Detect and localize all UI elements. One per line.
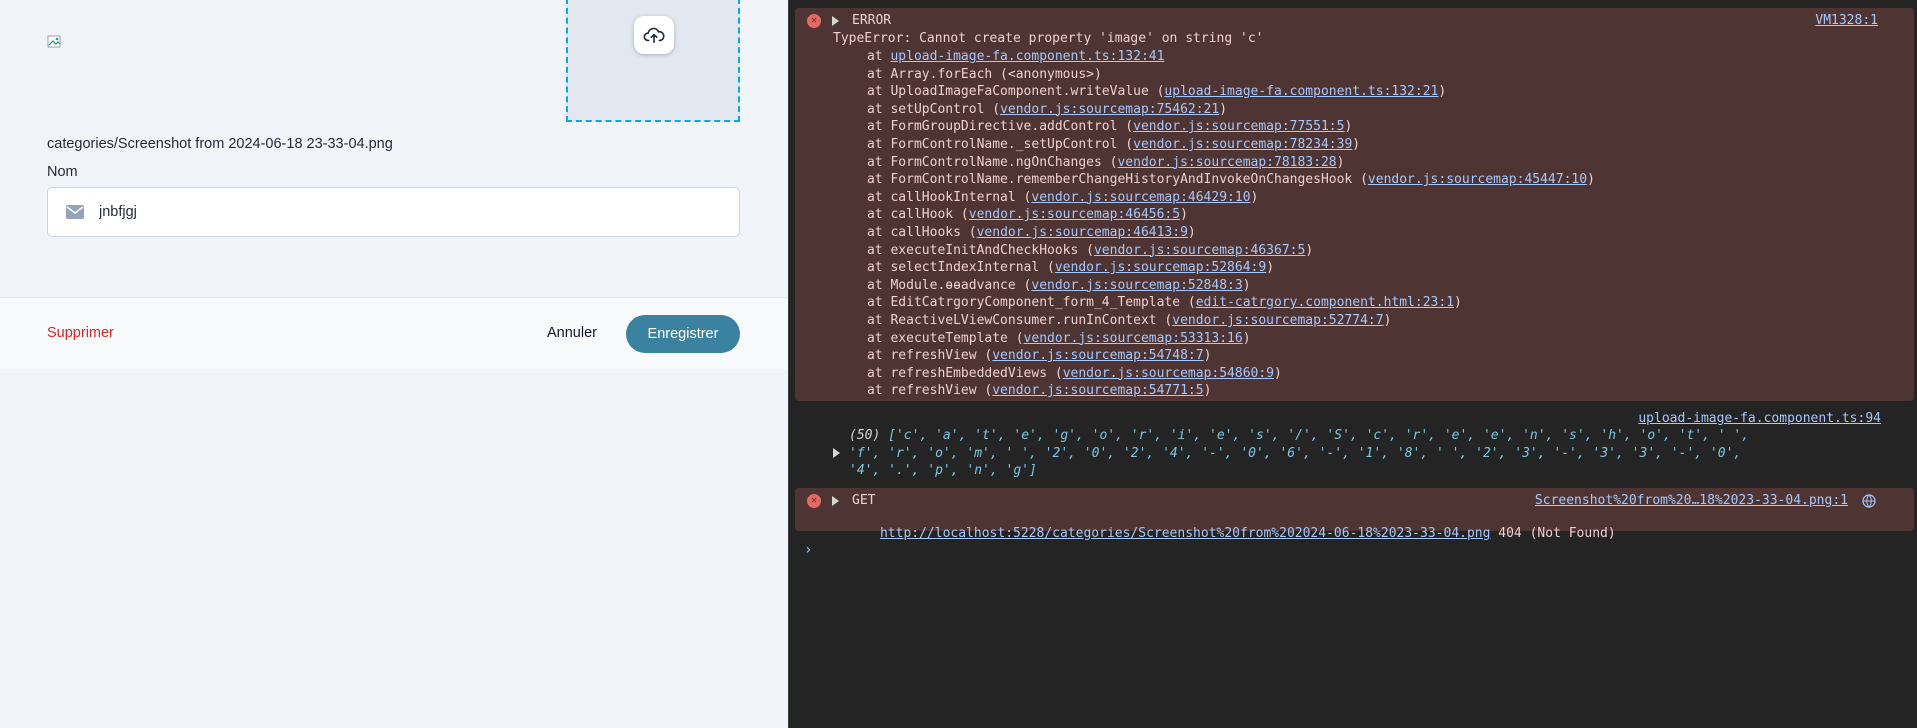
stack-frame-link[interactable]: vendor.js:sourcemap:78234:39 [1133,137,1352,152]
stack-frame-link[interactable]: vendor.js:sourcemap:46413:9 [977,225,1188,240]
stack-frame: at FormGroupDirective.addControl (vendor… [867,119,1353,135]
request-url-link[interactable]: http://localhost:5228/categories/Screens… [880,526,1490,541]
expand-triangle-icon[interactable] [832,496,839,506]
log-source-link[interactable]: upload-image-fa.component.ts:94 [1638,411,1881,426]
error-icon: ✕ [807,14,821,28]
stack-frame-link[interactable]: vendor.js:sourcemap:46456:5 [969,207,1180,222]
stack-frame: at FormControlName.ngOnChanges (vendor.j… [867,154,1345,170]
stack-frame: at callHooks (vendor.js:sourcemap:46413:… [867,225,1196,240]
console-error-message: ✕ ERROR VM1328:1 TypeError: Cannot creat… [795,8,1914,401]
error-level: ERROR [852,13,892,28]
expand-triangle-icon[interactable] [832,16,839,26]
stack-frame: at executeTemplate (vendor.js:sourcemap:… [867,330,1251,346]
error-message: TypeError: Cannot create property 'image… [833,31,1264,46]
stack-frame-link[interactable]: vendor.js:sourcemap:54748:7 [992,348,1203,363]
stack-frame-link[interactable]: vendor.js:sourcemap:52774:7 [1172,313,1383,328]
status-text: 404 (Not Found) [1498,526,1616,541]
stack-frame: at refreshView (vendor.js:sourcemap:5474… [867,348,1212,364]
network-source-link[interactable]: Screenshot%20from%20…18%2023-33-04.png:1 [1535,493,1848,508]
stack-frame: at refreshEmbeddedViews (vendor.js:sourc… [867,365,1282,381]
edit-category-form: categories/Screenshot from 2024-06-18 23… [0,0,788,728]
error-source-link[interactable]: VM1328:1 [1815,13,1878,28]
stack-frame: at setUpControl (vendor.js:sourcemap:754… [867,101,1228,117]
upload-button[interactable] [634,16,674,54]
request-line: http://localhost:5228/categories/Screens… [833,511,1616,556]
stack-frame-link[interactable]: upload-image-fa.component.ts:132:21 [1164,84,1438,99]
stack-frame: at refreshView (vendor.js:sourcemap:5477… [867,383,1212,399]
broken-image-icon [47,35,61,48]
stack-frame-link[interactable]: vendor.js:sourcemap:77551:5 [1133,119,1344,134]
save-button[interactable]: Enregistrer [626,315,740,353]
stack-frame: at callHookInternal (vendor.js:sourcemap… [867,189,1259,205]
stack-frame-link[interactable]: vendor.js:sourcemap:45447:10 [1368,172,1587,187]
stack-frame: at ReactiveLViewConsumer.runInContext (v… [867,313,1392,328]
request-method: GET [852,493,876,508]
stack-frame: at callHook (vendor.js:sourcemap:46456:5… [867,207,1188,223]
console-prompt[interactable]: › [804,542,812,558]
error-icon: ✕ [807,494,821,508]
console-network-error: ✕ GET Screenshot%20from%20…18%2023-33-04… [795,488,1914,541]
stack-frame: at FormControlName.rememberChangeHistory… [867,172,1595,188]
image-dropzone[interactable] [566,0,740,122]
devtools-console: ✕ ERROR VM1328:1 TypeError: Cannot creat… [788,0,1917,728]
name-label: Nom [47,164,78,180]
stack-frame-link[interactable]: vendor.js:sourcemap:52848:3 [1031,278,1242,293]
log-array-line-3: '4', '.', 'p', 'n', 'g'] [849,463,1037,478]
expand-triangle-icon[interactable] [833,448,840,458]
stack-frame-link[interactable]: vendor.js:sourcemap:46367:5 [1094,243,1305,258]
stack-frame-link[interactable]: vendor.js:sourcemap:78183:28 [1117,155,1336,170]
envelope-icon [66,205,84,219]
name-input[interactable] [99,204,679,220]
cloud-upload-icon [643,27,665,44]
form-footer: Supprimer Annuler Enregistrer [0,297,788,369]
stack-frame: at selectIndexInternal (vendor.js:source… [867,260,1275,276]
log-array-line-1: (50) ['c', 'a', 't', 'e', 'g', 'o', 'r',… [849,428,1750,443]
stack-frame: at Module.ɵɵadvance (vendor.js:sourcemap… [867,277,1251,293]
cancel-button[interactable]: Annuler [547,325,597,341]
stack-frame: at upload-image-fa.component.ts:132:41 [867,49,1165,64]
stack-frame: at executeInitAndCheckHooks (vendor.js:s… [867,242,1314,258]
stack-frame-link[interactable]: vendor.js:sourcemap:52864:9 [1055,260,1266,275]
stack-frame: at FormControlName._setUpControl (vendor… [867,137,1361,152]
globe-icon [1862,494,1876,508]
stack-frame-link[interactable]: vendor.js:sourcemap:54771:5 [992,383,1203,398]
stack-frame-link[interactable]: edit-catrgory.component.html:23:1 [1196,295,1454,310]
stack-frame: at EditCatrgoryComponent_form_4_Template… [867,295,1462,311]
delete-button[interactable]: Supprimer [47,325,114,341]
stack-frame-link[interactable]: vendor.js:sourcemap:75462:21 [1000,102,1219,117]
image-file-path: categories/Screenshot from 2024-06-18 23… [47,136,393,152]
stack-frame-link[interactable]: vendor.js:sourcemap:46429:10 [1031,190,1250,205]
stack-frame: at Array.forEach (<anonymous>) [867,66,1102,82]
stack-frame-link[interactable]: upload-image-fa.component.ts:132:41 [890,49,1164,64]
log-array-line-2: 'f', 'r', 'o', 'm', ' ', '2', '0', '2', … [849,446,1742,461]
stack-frame: at UploadImageFaComponent.writeValue (up… [867,84,1447,100]
stack-frame-link[interactable]: vendor.js:sourcemap:54860:9 [1063,366,1274,381]
stack-frame-link[interactable]: vendor.js:sourcemap:53313:16 [1024,331,1243,346]
name-field[interactable] [47,187,740,237]
